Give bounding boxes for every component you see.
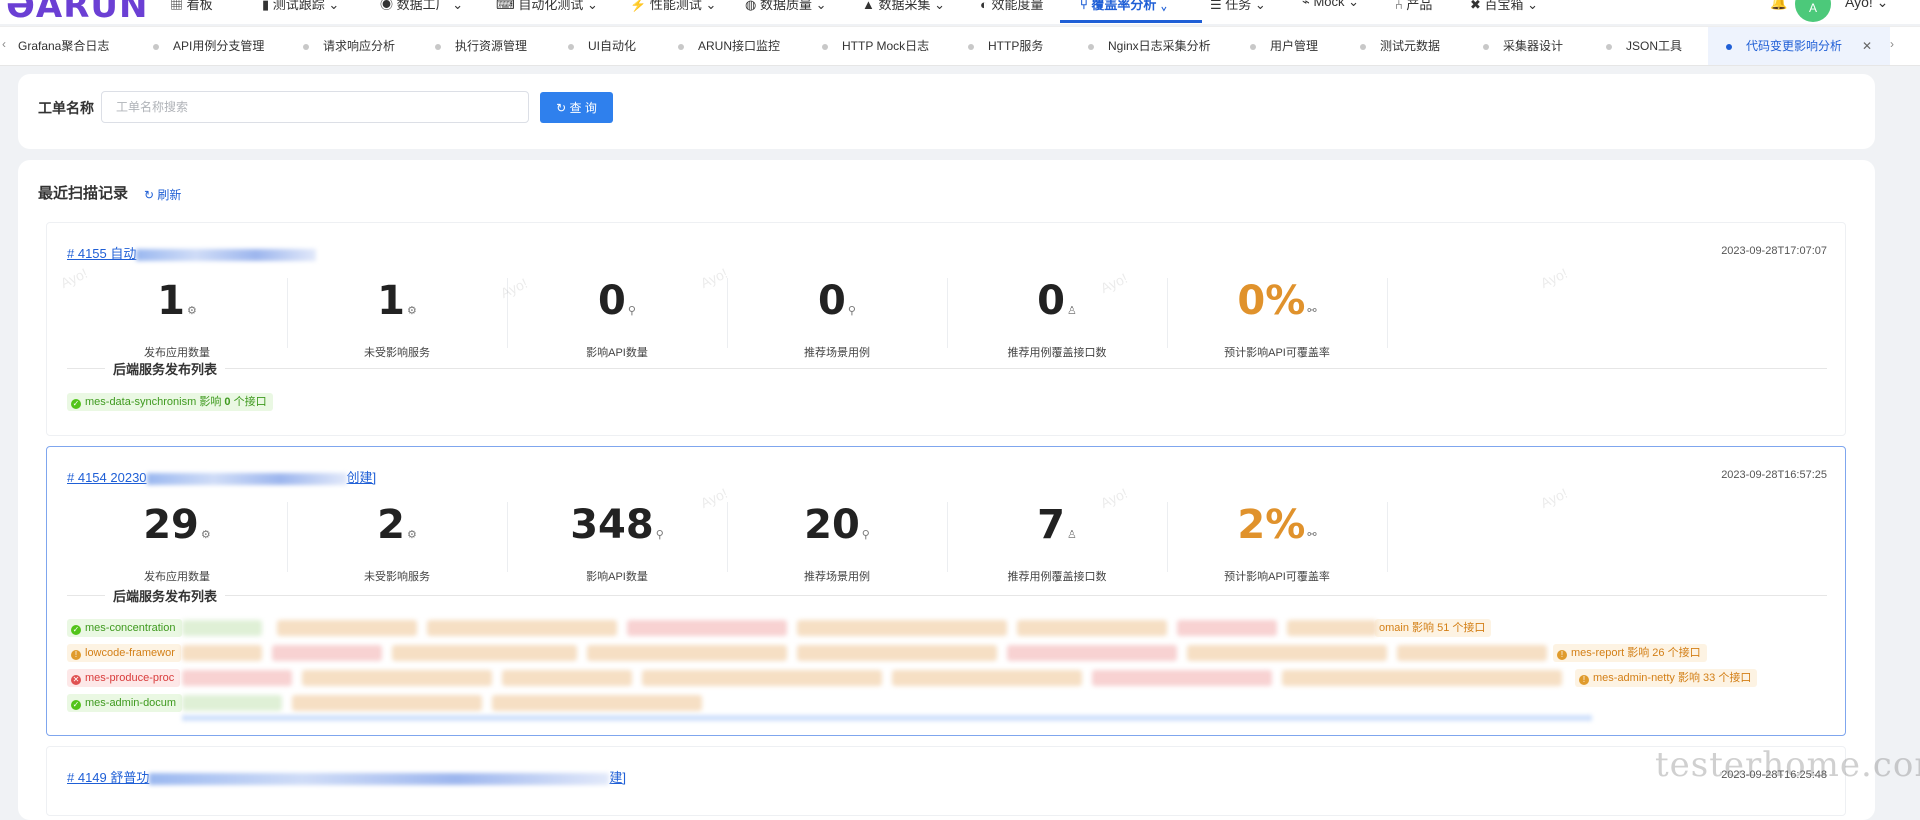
service-tag[interactable]: ✓ mes-data-synchronism 影响 0 个接口 [67,393,273,411]
service-list-title: 后端服务发布列表 [105,586,226,605]
stat-coverage-rate: 2% ⚯ 预计影响API可覆盖率 [1224,502,1330,583]
stat-coverage-rate: 0% ⚯ 预计影响API可覆盖率 [1224,278,1330,359]
check-icon: ✓ [71,700,81,710]
close-icon[interactable]: ✕ [1862,39,1872,53]
check-icon: ✓ [71,399,81,409]
section-title: 最近扫描记录 [38,185,129,202]
link-icon: ⚲ [847,304,856,317]
tab-api-case-branch[interactable]: API用例分支管理 [153,27,264,65]
stat-recommended-cases: 0 ⚲ 推荐场景用例 [804,278,870,359]
scan-record-4155: # 4155 自动 2023-09-28T17:07:07 1 ⚙ 发布应用数量 1… [46,222,1846,436]
nav-item-efficiency[interactable]: ◐ 效能度量 [980,0,1043,13]
nav-item-product[interactable]: ⑃ 产品 [1395,0,1432,13]
nav-item-automation[interactable]: ⌨ 自动化测试 ⌄ [496,0,598,13]
record-title-link[interactable]: # 4149 舒普功 建] [67,767,626,786]
tab-user-mgmt[interactable]: 用户管理 [1250,27,1318,65]
gear-icon: ⚙ [406,528,417,541]
record-time: 2023-09-28T17:07:07 [1721,245,1827,257]
stat-unaffected: 1 ⚙ 未受影响服务 [364,278,430,359]
gear-icon: ⚙ [186,304,197,317]
user-icon: ♙ [1066,304,1077,317]
tab-req-resp[interactable]: 请求响应分析 [303,27,395,65]
scan-record-4154: # 4154 20230 创建] 2023-09-28T16:57:25 29 ⚙ 发… [46,446,1846,736]
bell-icon[interactable]: 🔔 [1770,0,1787,11]
nav-item-data-collect[interactable]: ▲ 数据采集 ⌄ [862,0,945,13]
service-tag[interactable]: omain 影响 51 个接口 [1375,619,1492,637]
service-tag[interactable]: ✓ mes-concentration [67,619,182,637]
stat-covered-interfaces: 0 ♙ 推荐用例覆盖接口数 [1007,278,1107,359]
service-tag[interactable]: ✕ mes-produce-proc [67,669,181,687]
tab-code-change-impact[interactable]: 代码变更影响分析 ✕ [1708,27,1891,65]
tabs-scroll-right-icon[interactable]: › [1890,37,1894,51]
app-logo[interactable]: ƏARUN [6,0,148,24]
record-title-link[interactable]: # 4154 20230 创建] [67,467,376,486]
service-list-title: 后端服务发布列表 [105,359,226,378]
tab-http-service[interactable]: HTTP服务 [968,27,1043,65]
stat-affected-api: 348 ⚲ 影响API数量 [570,502,664,583]
nav-item-data-factory[interactable]: ◉ 数据工厂 ⌄ [380,0,463,13]
horizontal-scrollbar[interactable] [182,715,1592,721]
tab-test-metadata[interactable]: 测试元数据 [1360,27,1440,65]
active-nav-indicator [1060,20,1202,23]
service-tag[interactable]: ! lowcode-framewor [67,644,181,662]
gear-icon: ⚙ [406,304,417,317]
gear-icon: ⚙ [200,528,211,541]
tab-http-mock[interactable]: HTTP Mock日志 [822,27,929,65]
stat-apps-released: 29 ⚙ 发布应用数量 [143,502,211,583]
check-icon: ✓ [71,625,81,635]
warning-icon: ! [1579,675,1589,685]
tab-grafana-logs[interactable]: Grafana聚合日志 [18,27,109,65]
nav-item-tasks[interactable]: ☰ 任务 ⌄ [1210,0,1266,13]
search-label: 工单名称 [38,100,94,116]
nav-item-data-quality[interactable]: ◍ 数据质量 ⌄ [745,0,827,13]
error-icon: ✕ [71,675,81,685]
share-icon: ⚯ [1307,304,1317,317]
service-tag[interactable]: ! mes-report 影响 26 个接口 [1553,644,1707,662]
search-input[interactable] [101,91,529,123]
stat-unaffected: 2 ⚙ 未受影响服务 [364,502,430,583]
tab-bar: ‹ Grafana聚合日志 API用例分支管理 请求响应分析 执行资源管理 UI… [0,26,1920,66]
tab-ui-automation[interactable]: UI自动化 [568,27,636,65]
nav-item-toolbox[interactable]: ✖ 百宝箱 ⌄ [1470,0,1538,13]
query-button[interactable]: ↻ 查 询 [540,92,613,123]
top-navbar: ƏARUN ▦ 看板 ▮ 测试跟踪 ⌄ ◉ 数据工厂 ⌄ ⌨ 自动化测试 ⌄ ⚡… [0,0,1920,24]
stat-apps-released: 1 ⚙ 发布应用数量 [144,278,210,359]
user-menu[interactable]: Ayo! ⌄ [1845,0,1888,11]
user-icon: ♙ [1066,528,1077,541]
record-title-link[interactable]: # 4155 自动 [67,243,317,262]
share-icon: ⚯ [1307,528,1317,541]
tab-arun-monitor[interactable]: ARUN接口监控 [678,27,780,65]
tabs-scroll-left-icon[interactable]: ‹ [2,37,6,51]
scan-record-4149: # 4149 舒普功 建] 2023-09-28T16:25:48 [46,746,1846,816]
tab-exec-resource[interactable]: 执行资源管理 [435,27,527,65]
warning-icon: ! [1557,650,1567,660]
nav-item-test-tracking[interactable]: ▮ 测试跟踪 ⌄ [262,0,339,13]
record-time: 2023-09-28T16:57:25 [1721,469,1827,481]
refresh-icon: ↻ [556,101,567,115]
refresh-icon: ↻ [144,188,155,202]
nav-item-dashboard[interactable]: ▦ 看板 [170,0,213,13]
service-tag[interactable]: ✓ mes-admin-docum [67,694,183,712]
nav-item-coverage[interactable]: ⑂ 覆盖率分析 ⌄ [1080,0,1168,13]
link-icon: ⚲ [861,528,870,541]
tab-collector-design[interactable]: 采集器设计 [1483,27,1563,65]
stat-affected-api: 0 ⚲ 影响API数量 [586,278,648,359]
refresh-link[interactable]: ↻ 刷新 [144,186,181,203]
avatar[interactable]: A [1795,0,1831,22]
stat-recommended-cases: 20 ⚲ 推荐场景用例 [804,502,870,583]
link-icon: ⚲ [655,528,664,541]
link-icon: ⚲ [627,304,636,317]
service-tag[interactable]: ! mes-admin-netty 影响 33 个接口 [1575,669,1758,687]
tab-nginx[interactable]: Nginx日志采集分析 [1088,27,1211,65]
warning-icon: ! [71,650,81,660]
stat-covered-interfaces: 7 ♙ 推荐用例覆盖接口数 [1007,502,1107,583]
nav-item-performance[interactable]: ⚡ 性能测试 ⌄ [630,0,716,13]
site-watermark: testerhome.com [1655,745,1920,785]
nav-item-mock[interactable]: ⌁ Mock ⌄ [1302,0,1359,10]
tab-json-tool[interactable]: JSON工具 [1606,27,1682,65]
